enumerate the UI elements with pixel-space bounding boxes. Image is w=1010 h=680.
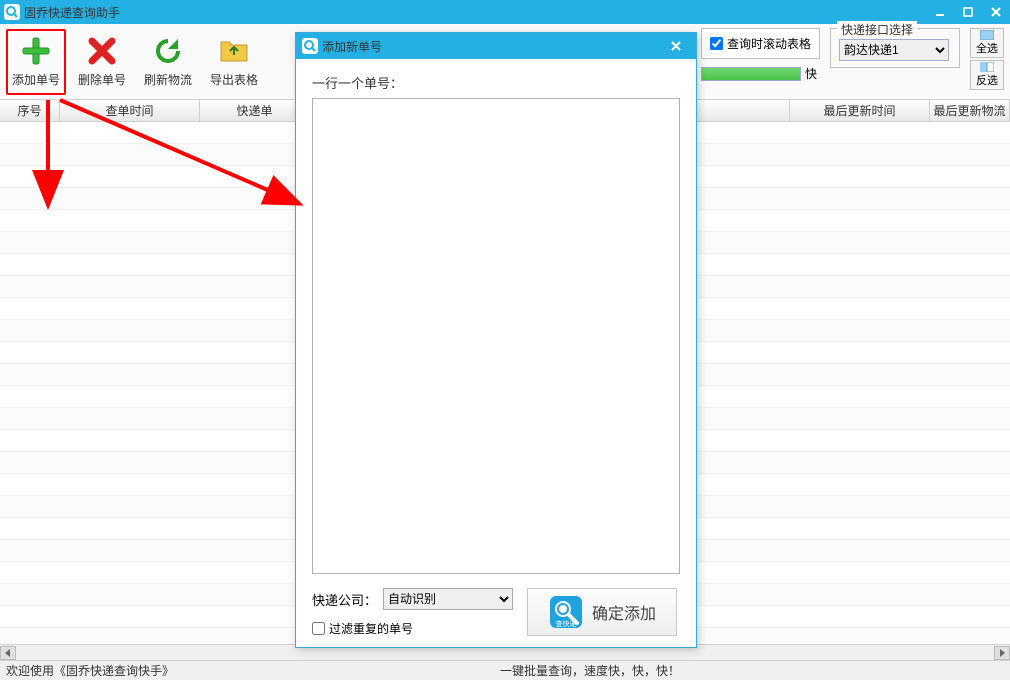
refresh-button[interactable]: 刷新物流 <box>138 29 198 95</box>
invert-select-label: 反选 <box>976 72 998 88</box>
select-all-button[interactable]: 全选 <box>970 28 1004 58</box>
select-all-label: 全选 <box>976 40 998 56</box>
progress-bar <box>701 67 801 81</box>
add-order-button[interactable]: 添加单号 <box>6 29 66 95</box>
maximize-button[interactable] <box>954 0 982 24</box>
status-center: 一键批量查询，速度快，快，快！ <box>500 662 680 679</box>
progress-tail: 快 <box>805 65 817 82</box>
col-order[interactable]: 快递单 <box>200 100 310 121</box>
statusbar: 欢迎使用《固乔快递查询快手》 一键批量查询，速度快，快，快！ <box>0 660 1010 680</box>
order-textarea[interactable] <box>312 98 680 574</box>
invert-select-button[interactable]: 反选 <box>970 60 1004 90</box>
x-icon <box>86 35 118 67</box>
delete-order-label: 删除单号 <box>78 71 126 88</box>
confirm-add-button[interactable]: 查快递 确定添加 <box>527 588 677 636</box>
export-label: 导出表格 <box>210 71 258 88</box>
search-package-icon: 查快递 <box>548 594 584 630</box>
interface-select[interactable]: 韵达快递1 <box>839 39 949 61</box>
refresh-icon <box>152 35 184 67</box>
dialog-titlebar: 添加新单号 <box>296 33 696 59</box>
col-update[interactable]: 最后更新时间 <box>790 100 930 121</box>
filter-duplicate-label: 过滤重复的单号 <box>329 620 413 637</box>
dialog-hint: 一行一个单号： <box>312 73 680 92</box>
col-time[interactable]: 查单时间 <box>60 100 200 121</box>
col-seq[interactable]: 序号 <box>0 100 60 121</box>
delete-order-button[interactable]: 删除单号 <box>72 29 132 95</box>
window-title: 固乔快递查询助手 <box>24 4 120 21</box>
scroll-checkbox-label: 查询时滚动表格 <box>727 35 811 52</box>
dialog-app-icon <box>302 38 318 54</box>
interface-legend: 快递接口选择 <box>837 21 917 38</box>
col-lastlog[interactable]: 最后更新物流 <box>930 100 1010 121</box>
scroll-checkbox-frame[interactable]: 查询时滚动表格 <box>701 28 820 59</box>
plus-icon <box>20 35 52 67</box>
export-button[interactable]: 导出表格 <box>204 29 264 95</box>
filter-duplicate-checkbox[interactable] <box>312 622 325 635</box>
interface-group: 快递接口选择 韵达快递1 <box>830 28 960 68</box>
svg-text:查快递: 查快递 <box>556 619 577 628</box>
company-label: 快递公司： <box>312 590 377 609</box>
folder-export-icon <box>218 35 250 67</box>
minimize-button[interactable] <box>926 0 954 24</box>
close-button[interactable] <box>982 0 1010 24</box>
dialog-title: 添加新单号 <box>322 38 382 55</box>
scroll-right-icon[interactable] <box>994 646 1010 660</box>
app-icon <box>4 4 20 20</box>
confirm-add-label: 确定添加 <box>592 600 656 624</box>
status-left: 欢迎使用《固乔快递查询快手》 <box>6 662 174 679</box>
add-order-dialog: 添加新单号 一行一个单号： 快递公司： 自动识别 过滤重复的单号 <box>295 32 697 648</box>
scroll-checkbox[interactable] <box>710 37 723 50</box>
add-order-label: 添加单号 <box>12 71 60 88</box>
company-select[interactable]: 自动识别 <box>383 588 513 610</box>
refresh-label: 刷新物流 <box>144 71 192 88</box>
dialog-close-button[interactable] <box>662 35 690 57</box>
scroll-left-icon[interactable] <box>0 646 16 660</box>
